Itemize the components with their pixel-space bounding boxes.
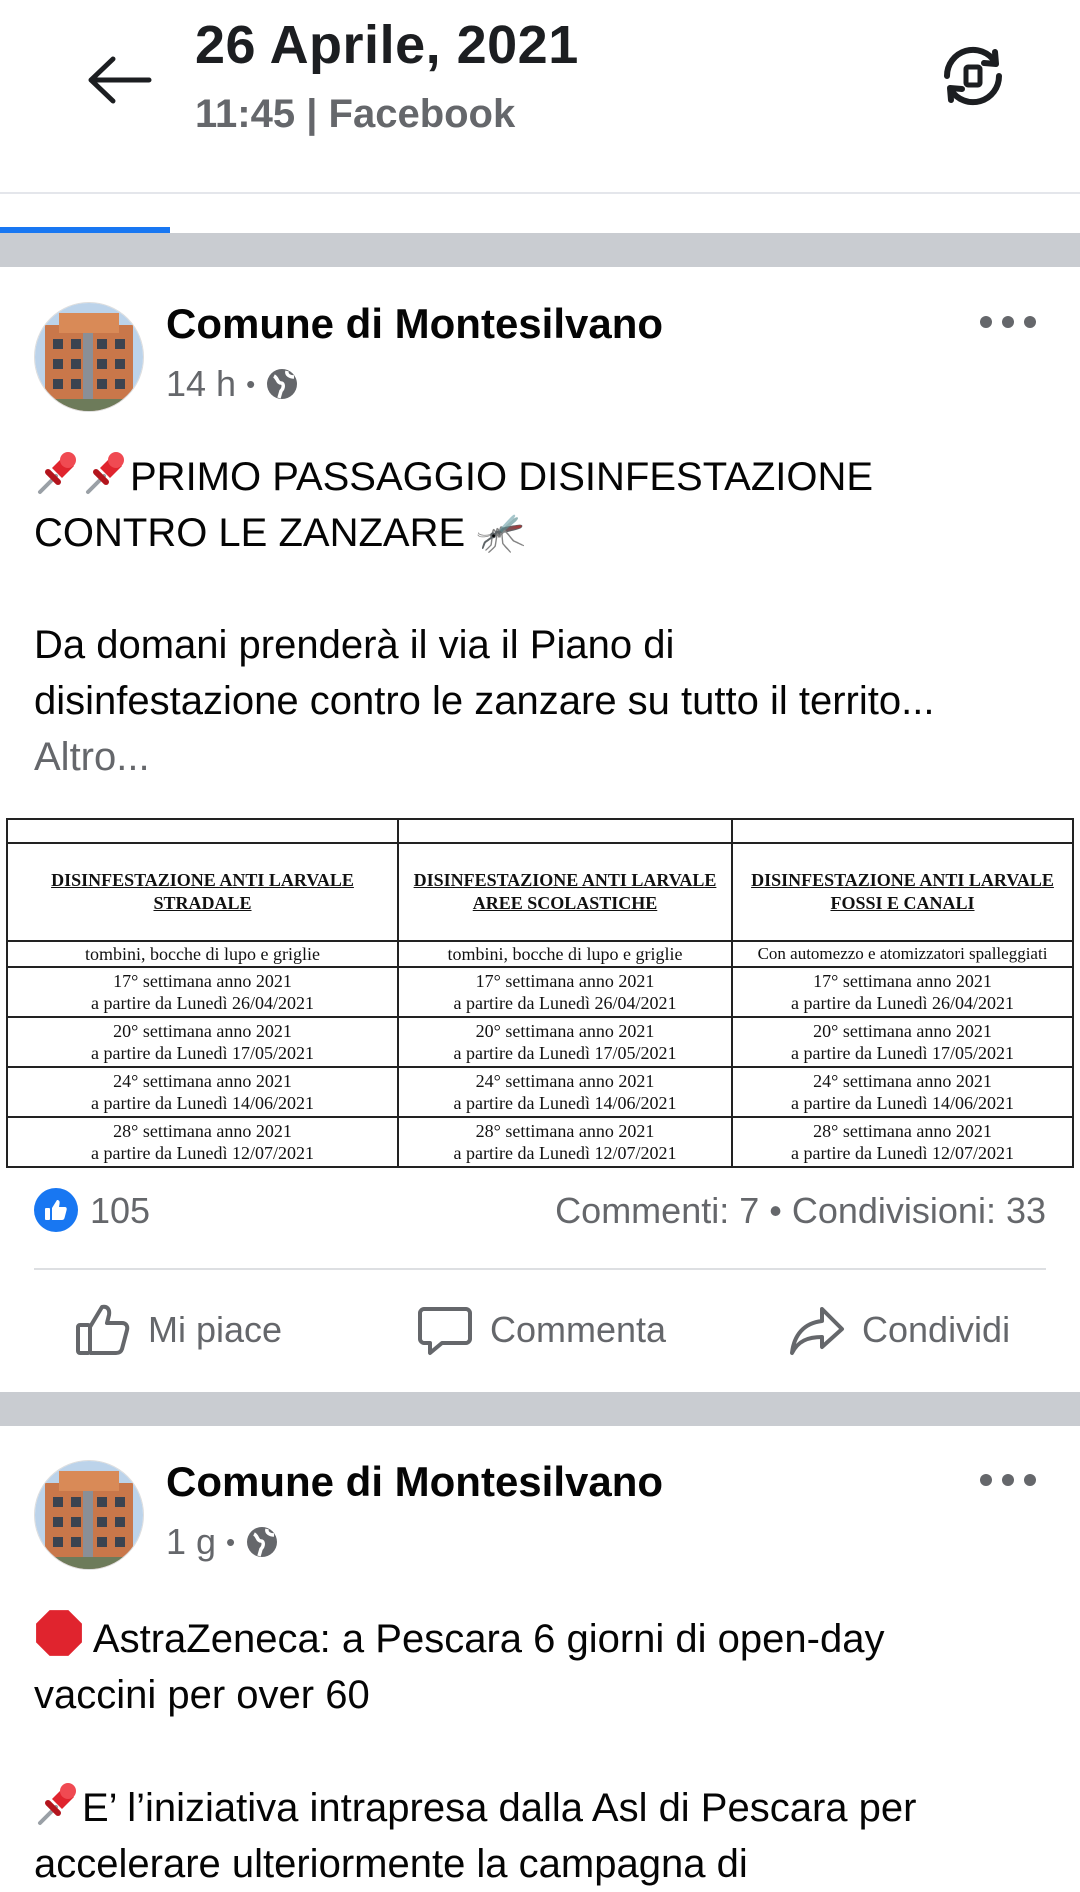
- table-header: DISINFESTAZIONE ANTI LARVALE FOSSI E CANA…: [731, 842, 1074, 942]
- meta-separator: •: [226, 1526, 236, 1557]
- table-cell: 17° settimana anno 2021 a partire da Lune…: [6, 966, 399, 1018]
- table-cell: 24° settimana anno 2021 a partire da Lune…: [397, 1066, 733, 1118]
- rotate-screen-icon: [943, 46, 1003, 106]
- post-author[interactable]: Comune di Montesilvano: [166, 300, 663, 348]
- like-count[interactable]: 105: [90, 1190, 150, 1232]
- feed-separator: [0, 1392, 1080, 1426]
- post-title-line: PRIMO PASSAGGIO DISINFESTAZIONE: [130, 455, 874, 499]
- table-cell: 24° settimana anno 2021 a partire da Lune…: [731, 1066, 1074, 1118]
- globe-icon: [267, 369, 298, 399]
- post-time[interactable]: 14 h: [166, 363, 236, 405]
- post-text: AstraZeneca: a Pescara 6 giorni di open-…: [34, 1608, 1044, 1892]
- pushpin-icon: [86, 452, 124, 494]
- table-cell: 28° settimana anno 2021 a partire da Lune…: [397, 1116, 733, 1168]
- mosquito-icon: 🦟: [476, 511, 527, 555]
- table-cell: tombini, bocche di lupo e griglie: [397, 940, 733, 968]
- dot-icon: [980, 1474, 992, 1486]
- comments-shares-count[interactable]: Commenti: 7 • Condivisioni: 33: [555, 1190, 1046, 1232]
- post-meta: 14 h •: [166, 363, 299, 405]
- like-reaction-icon[interactable]: [34, 1188, 78, 1232]
- table-cell: 24° settimana anno 2021 a partire da Lune…: [6, 1066, 399, 1118]
- building-photo-icon: [35, 1461, 143, 1569]
- building-photo-icon: [35, 303, 143, 411]
- table-row: tombini, bocche di lupo e griglie tombin…: [6, 940, 1074, 968]
- feed-separator: [0, 233, 1080, 267]
- loading-progress-bar: [0, 227, 170, 233]
- share-arrow-icon: [790, 1307, 844, 1355]
- table-header: DISINFESTAZIONE ANTI LARVALE AREE SCOLAST…: [397, 842, 733, 942]
- page-subtitle: 11:45 | Facebook: [195, 92, 516, 136]
- table-cell: Con automezzo e atomizzatori spalleggiat…: [731, 940, 1074, 968]
- back-button[interactable]: [80, 40, 160, 120]
- table-row: 24° settimana anno 2021 a partire da Lune…: [6, 1066, 1074, 1118]
- dot-icon: [1024, 1474, 1036, 1486]
- comment-button[interactable]: Commenta: [416, 1295, 666, 1365]
- table-row: 28° settimana anno 2021 a partire da Lune…: [6, 1116, 1074, 1168]
- dot-icon: [1002, 1474, 1014, 1486]
- thumbs-up-icon: [76, 1304, 130, 1355]
- table-row: 20° settimana anno 2021 a partire da Lune…: [6, 1016, 1074, 1068]
- dot-icon: [980, 316, 992, 328]
- like-label: Mi piace: [148, 1309, 283, 1350]
- share-label: Condividi: [862, 1309, 1011, 1350]
- share-button[interactable]: Condividi: [788, 1295, 1010, 1365]
- post-title-line: CONTRO LE ZANZARE: [34, 511, 466, 555]
- post-text-line: vaccini per over 60: [34, 1673, 370, 1717]
- avatar[interactable]: [34, 302, 144, 412]
- table-cell: 28° settimana anno 2021 a partire da Lune…: [731, 1116, 1074, 1168]
- thumbs-up-icon: [45, 1200, 67, 1220]
- header-divider: [0, 192, 1080, 194]
- table-cell: 20° settimana anno 2021 a partire da Lune…: [731, 1016, 1074, 1068]
- rotate-button[interactable]: [935, 38, 1011, 114]
- top-bar: 26 Aprile, 2021 11:45 | Facebook: [0, 0, 1080, 192]
- more-options-button[interactable]: [980, 1465, 1036, 1495]
- pushpin-icon: [38, 1783, 76, 1825]
- table-header: DISINFESTAZIONE ANTI LARVALE STRADALE: [6, 842, 399, 942]
- table-cell: 20° settimana anno 2021 a partire da Lune…: [6, 1016, 399, 1068]
- like-button[interactable]: Mi piace: [74, 1295, 282, 1365]
- post-text-line: accelerare ulteriormente la campagna di: [34, 1842, 748, 1886]
- table-cell: 17° settimana anno 2021 a partire da Lune…: [731, 966, 1074, 1018]
- see-more-link[interactable]: Altro...: [34, 729, 1044, 785]
- meta-separator: •: [246, 368, 256, 399]
- arrow-left-icon: [88, 56, 152, 104]
- post-body-line: Da domani prenderà il via il Piano di: [34, 623, 675, 667]
- post-author[interactable]: Comune di Montesilvano: [166, 1458, 663, 1506]
- dot-icon: [1024, 316, 1036, 328]
- post-text-line: E’ l’iniziativa intrapresa dalla Asl di …: [82, 1786, 917, 1830]
- page-title: 26 Aprile, 2021: [195, 15, 579, 75]
- comment-bubble-icon: [418, 1307, 472, 1355]
- table-cell: tombini, bocche di lupo e griglie: [6, 940, 399, 968]
- table-header-row: DISINFESTAZIONE ANTI LARVALE STRADALE DIS…: [6, 842, 1074, 942]
- table-row: [6, 818, 1074, 844]
- post-time[interactable]: 1 g: [166, 1521, 216, 1563]
- disinfestation-schedule-table[interactable]: DISINFESTAZIONE ANTI LARVALE STRADALE DIS…: [6, 818, 1074, 1168]
- actions-divider: [34, 1268, 1046, 1270]
- globe-icon: [247, 1527, 278, 1557]
- pushpin-icon: [38, 452, 76, 494]
- post-body-line: disinfestazione contro le zanzare su tut…: [34, 679, 935, 723]
- table-row: 17° settimana anno 2021 a partire da Lune…: [6, 966, 1074, 1018]
- comment-label: Commenta: [490, 1309, 667, 1350]
- avatar[interactable]: [34, 1460, 144, 1570]
- table-cell: 28° settimana anno 2021 a partire da Lune…: [6, 1116, 399, 1168]
- stop-sign-icon: [36, 1610, 82, 1656]
- post-text: PRIMO PASSAGGIO DISINFESTAZIONE CONTRO L…: [34, 448, 1044, 785]
- table-cell: 17° settimana anno 2021 a partire da Lune…: [397, 966, 733, 1018]
- more-options-button[interactable]: [980, 307, 1036, 337]
- table-cell: 20° settimana anno 2021 a partire da Lune…: [397, 1016, 733, 1068]
- post-stats: 105 Commenti: 7 • Condivisioni: 33: [34, 1184, 1046, 1234]
- dot-icon: [1002, 316, 1014, 328]
- post-meta: 1 g •: [166, 1521, 279, 1563]
- post-text-line: AstraZeneca: a Pescara 6 giorni di open-…: [92, 1617, 885, 1661]
